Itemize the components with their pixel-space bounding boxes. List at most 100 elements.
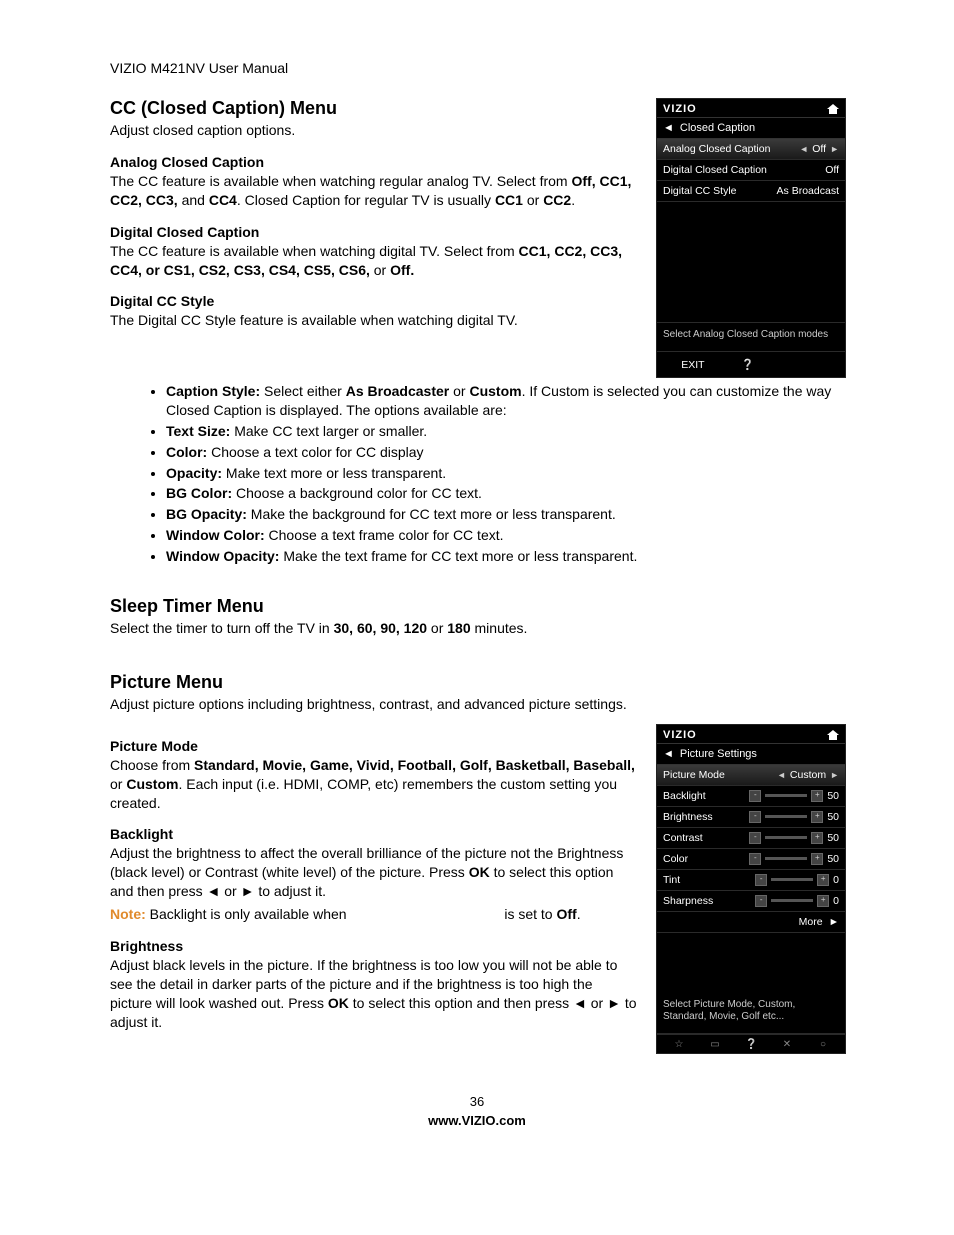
t: or [523,192,543,208]
more-label: More [799,916,823,928]
osd-row-tint[interactable]: Tint -+0 [657,870,845,891]
picture-osd-col: VIZIO ◄ Picture Settings Picture Mode ◄C… [656,724,844,1054]
slider-track[interactable] [765,794,807,797]
left-arrow-icon: ◄ [663,748,674,760]
osd-value: Custom [790,769,826,781]
osd-slider-cell: -+0 [755,874,839,886]
osd-row-digital[interactable]: Digital Closed Caption Off [657,160,845,181]
osd-label: Tint [663,874,680,886]
osd-row-style[interactable]: Digital CC Style As Broadcast [657,181,845,202]
digital-cc-style-intro: The Digital CC Style feature is availabl… [110,311,638,330]
bt: or [449,383,469,399]
t: CC2 [543,192,571,208]
minus-icon[interactable]: - [755,895,767,907]
cc-osd-breadcrumb: ◄ Closed Caption [657,118,845,139]
plus-icon[interactable]: + [817,874,829,886]
right-arrow-icon: ► [829,916,839,928]
t: CC4 [209,192,237,208]
osd-slider-cell: -+50 [749,853,839,865]
osd-row-sharpness[interactable]: Sharpness -+0 [657,891,845,912]
osd-row-color[interactable]: Color -+50 [657,849,845,870]
bt: Select either [260,383,346,399]
analog-cc-title: Analog Closed Caption [110,154,638,170]
plus-icon[interactable]: + [811,790,823,802]
minus-icon[interactable]: - [749,853,761,865]
osd-row-more[interactable]: More ► [657,912,845,933]
analog-cc-text: The CC feature is available when watchin… [110,172,638,210]
plus-icon[interactable]: + [811,832,823,844]
close-icon: ✕ [781,1039,793,1049]
slider-track[interactable] [771,878,813,881]
t: and [178,192,209,208]
t: . [577,906,581,922]
minus-icon[interactable]: - [749,790,761,802]
plus-icon[interactable]: + [811,811,823,823]
osd-value-cell: ◄Custom► [777,769,839,781]
slider-track[interactable] [765,815,807,818]
osd-slider-cell: -+50 [749,790,839,802]
digital-cc-style-title: Digital CC Style [110,293,638,309]
slider-track[interactable] [765,857,807,860]
pic-osd-breadcrumb: ◄ Picture Settings [657,744,845,765]
bt: Custom [469,383,521,399]
osd-label: Brightness [663,811,713,823]
minus-icon[interactable]: - [755,874,767,886]
t: . Closed Caption for regular TV is usual… [237,192,495,208]
osd-label: Analog Closed Caption [663,143,770,155]
exit-label[interactable]: EXIT [681,359,704,371]
bullet-opacity: Opacity: Make text more or less transpar… [166,464,844,483]
bullet-window-color: Window Color: Choose a text frame color … [166,526,844,545]
osd-value: As Broadcast [777,185,839,197]
cc-osd-hint: Select Analog Closed Caption modes [657,323,845,352]
cc-menu-intro: Adjust closed caption options. [110,121,638,140]
home-icon [827,730,839,740]
osd-label: Sharpness [663,895,713,907]
bullet-caption-style: Caption Style: Select either As Broadcas… [166,382,844,420]
plus-icon[interactable]: + [817,895,829,907]
cc-osd-header: VIZIO [657,99,845,118]
bullet-bg-color: BG Color: Choose a background color for … [166,484,844,503]
bt: Choose a background color for CC text. [232,485,482,501]
osd-value: Off [825,164,839,176]
pic-osd-bottom: ☆ ▭ ❔ ✕ ○ [657,1034,845,1053]
bt: Make CC text larger or smaller. [230,423,427,439]
osd-row-contrast[interactable]: Contrast -+50 [657,828,845,849]
osd-row-picture-mode[interactable]: Picture Mode ◄Custom► [657,765,845,786]
minus-icon[interactable]: - [749,811,761,823]
osd-row-analog[interactable]: Analog Closed Caption ◄ Off ► [657,139,845,160]
minus-icon[interactable]: - [749,832,761,844]
slider-track[interactable] [765,836,807,839]
bt: Choose a text color for CC display [207,444,423,460]
t: or [427,620,447,636]
t: The CC feature is available when watchin… [110,173,571,189]
osd-row-brightness[interactable]: Brightness -+50 [657,807,845,828]
t: OK [469,864,490,880]
picture-text-col: Picture Mode Choose from Standard, Movie… [110,724,638,1036]
cc-osd-panel: VIZIO ◄ Closed Caption Analog Closed Cap… [656,98,846,378]
picture-osd-panel: VIZIO ◄ Picture Settings Picture Mode ◄C… [656,724,846,1054]
help-icon: ❔ [741,358,754,371]
sleep-timer-title: Sleep Timer Menu [110,596,844,617]
t: The CC feature is available when watchin… [110,243,519,259]
cc-osd-col: VIZIO ◄ Closed Caption Analog Closed Cap… [656,98,844,378]
bl: Caption Style: [166,383,260,399]
right-arrow-icon: ► [830,144,839,154]
cc-style-bullets: Caption Style: Select either As Broadcas… [110,382,844,566]
bt: Make the text frame for CC text more or … [279,548,637,564]
left-arrow-icon: ◄ [799,144,808,154]
plus-icon[interactable]: + [811,853,823,865]
brightness-title: Brightness [110,938,638,954]
help-icon: ❔ [745,1039,757,1049]
backlight-text: Adjust the brightness to affect the over… [110,844,638,901]
t: Custom [126,776,178,792]
osd-value: Off [812,143,826,155]
picture-mode-text: Choose from Standard, Movie, Game, Vivid… [110,756,638,813]
t: Select the timer to turn off the TV in [110,620,334,636]
star-icon: ☆ [673,1039,685,1049]
backlight-note: Note: Backlight is only available when i… [110,905,638,924]
right-arrow-icon: ► [830,770,839,780]
picture-menu-intro: Adjust picture options including brightn… [110,695,844,714]
osd-slider-cell: -+50 [749,811,839,823]
osd-row-backlight[interactable]: Backlight -+50 [657,786,845,807]
slider-track[interactable] [771,899,813,902]
